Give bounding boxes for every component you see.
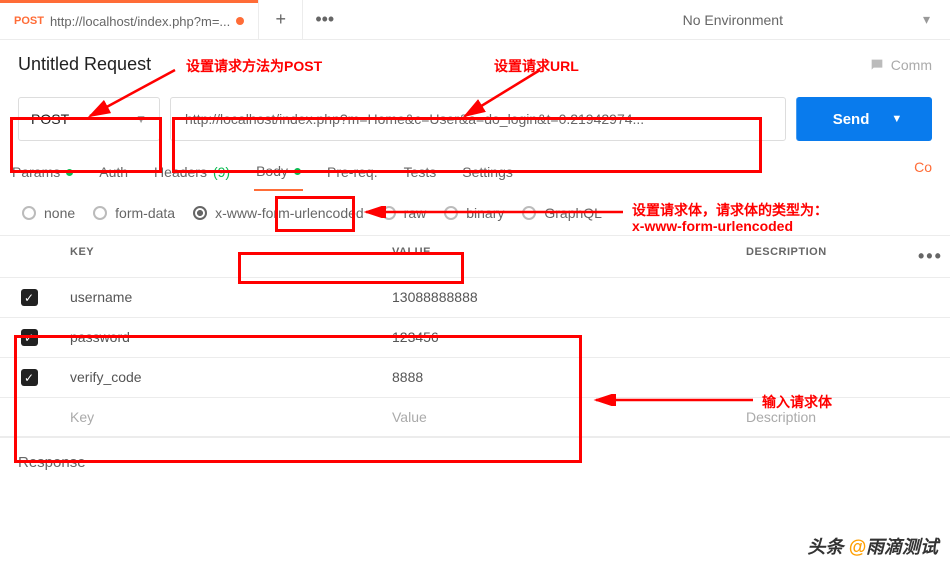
method-select[interactable]: POST ▼ — [18, 97, 160, 141]
tab-headers[interactable]: Headers (9) — [152, 159, 232, 191]
method-value: POST — [31, 111, 69, 127]
environment-select[interactable]: No Environment ▾ — [663, 0, 950, 39]
body-type-urlencoded[interactable]: x-www-form-urlencoded — [193, 205, 364, 221]
body-type-formdata[interactable]: form-data — [93, 205, 175, 221]
body-type-none[interactable]: none — [22, 205, 75, 221]
kv-key[interactable]: password — [58, 318, 380, 357]
radio-icon — [22, 206, 36, 220]
kv-desc[interactable] — [734, 318, 950, 357]
kv-more-button[interactable]: ••• — [906, 236, 950, 277]
chevron-down-icon: ▼ — [135, 112, 147, 126]
tab-params[interactable]: Params — [10, 159, 75, 191]
kv-key[interactable]: username — [58, 278, 380, 317]
url-input[interactable]: http://localhost/index.php?m=Home&c=User… — [170, 97, 786, 141]
annotation-text: 设置请求方法为POST — [186, 56, 322, 76]
kv-value[interactable]: 8888 — [380, 358, 734, 397]
comment-icon — [869, 57, 885, 73]
annotation-text: 设置请求体，请求体的类型为： — [632, 200, 828, 220]
environment-label: No Environment — [683, 12, 783, 28]
kv-row[interactable]: ✓ username 13088888888 — [0, 278, 950, 318]
checkbox-icon[interactable]: ✓ — [21, 289, 38, 306]
watermark: 头条 @雨滴测试 — [807, 533, 938, 559]
kv-value-placeholder[interactable]: Value — [380, 398, 734, 436]
body-type-binary[interactable]: binary — [444, 205, 504, 221]
tab-more-button[interactable]: ••• — [302, 0, 346, 39]
annotation-text: 设置请求URL — [494, 56, 579, 76]
send-button[interactable]: Send ▼ — [796, 97, 932, 141]
comment-button[interactable]: Comm — [869, 57, 932, 73]
radio-icon — [193, 206, 207, 220]
radio-icon — [93, 206, 107, 220]
annotation-text: x-www-form-urlencoded — [632, 218, 793, 234]
tab-settings[interactable]: Settings — [460, 159, 515, 191]
request-title[interactable]: Untitled Request — [18, 54, 151, 75]
radio-icon — [522, 206, 536, 220]
url-value: http://localhost/index.php?m=Home&c=User… — [185, 111, 644, 127]
tab-body[interactable]: Body — [254, 159, 303, 191]
kv-value[interactable]: 123456 — [380, 318, 734, 357]
body-type-raw[interactable]: raw — [382, 205, 427, 221]
kv-row[interactable]: ✓ password 123456 — [0, 318, 950, 358]
unsaved-dot-icon — [236, 17, 244, 25]
kv-value[interactable]: 13088888888 — [380, 278, 734, 317]
radio-icon — [444, 206, 458, 220]
kv-key-placeholder[interactable]: Key — [58, 398, 380, 436]
tab-method: POST — [14, 15, 44, 27]
checkbox-icon[interactable]: ✓ — [21, 369, 38, 386]
tab-prereq[interactable]: Pre-req. — [325, 159, 380, 191]
request-tab[interactable]: POST http://localhost/index.php?m=... — [0, 0, 258, 39]
kv-desc[interactable] — [734, 278, 950, 317]
kv-header: KEY VALUE DESCRIPTION ••• — [0, 236, 950, 278]
body-type-graphql[interactable]: GraphQL — [522, 205, 602, 221]
tab-tests[interactable]: Tests — [402, 159, 439, 191]
annotation-text: 输入请求体 — [762, 392, 832, 412]
cookies-link[interactable]: Co — [914, 159, 940, 191]
dot-icon — [294, 168, 301, 175]
checkbox-icon[interactable]: ✓ — [21, 329, 38, 346]
chevron-down-icon: ▾ — [923, 11, 930, 28]
dot-icon — [66, 169, 73, 176]
new-tab-button[interactable]: + — [258, 0, 302, 39]
radio-icon — [382, 206, 396, 220]
response-section: Response — [0, 437, 950, 487]
tab-auth[interactable]: Auth — [97, 159, 130, 191]
tab-title: http://localhost/index.php?m=... — [50, 14, 230, 29]
chevron-down-icon: ▼ — [891, 113, 902, 125]
kv-key[interactable]: verify_code — [58, 358, 380, 397]
